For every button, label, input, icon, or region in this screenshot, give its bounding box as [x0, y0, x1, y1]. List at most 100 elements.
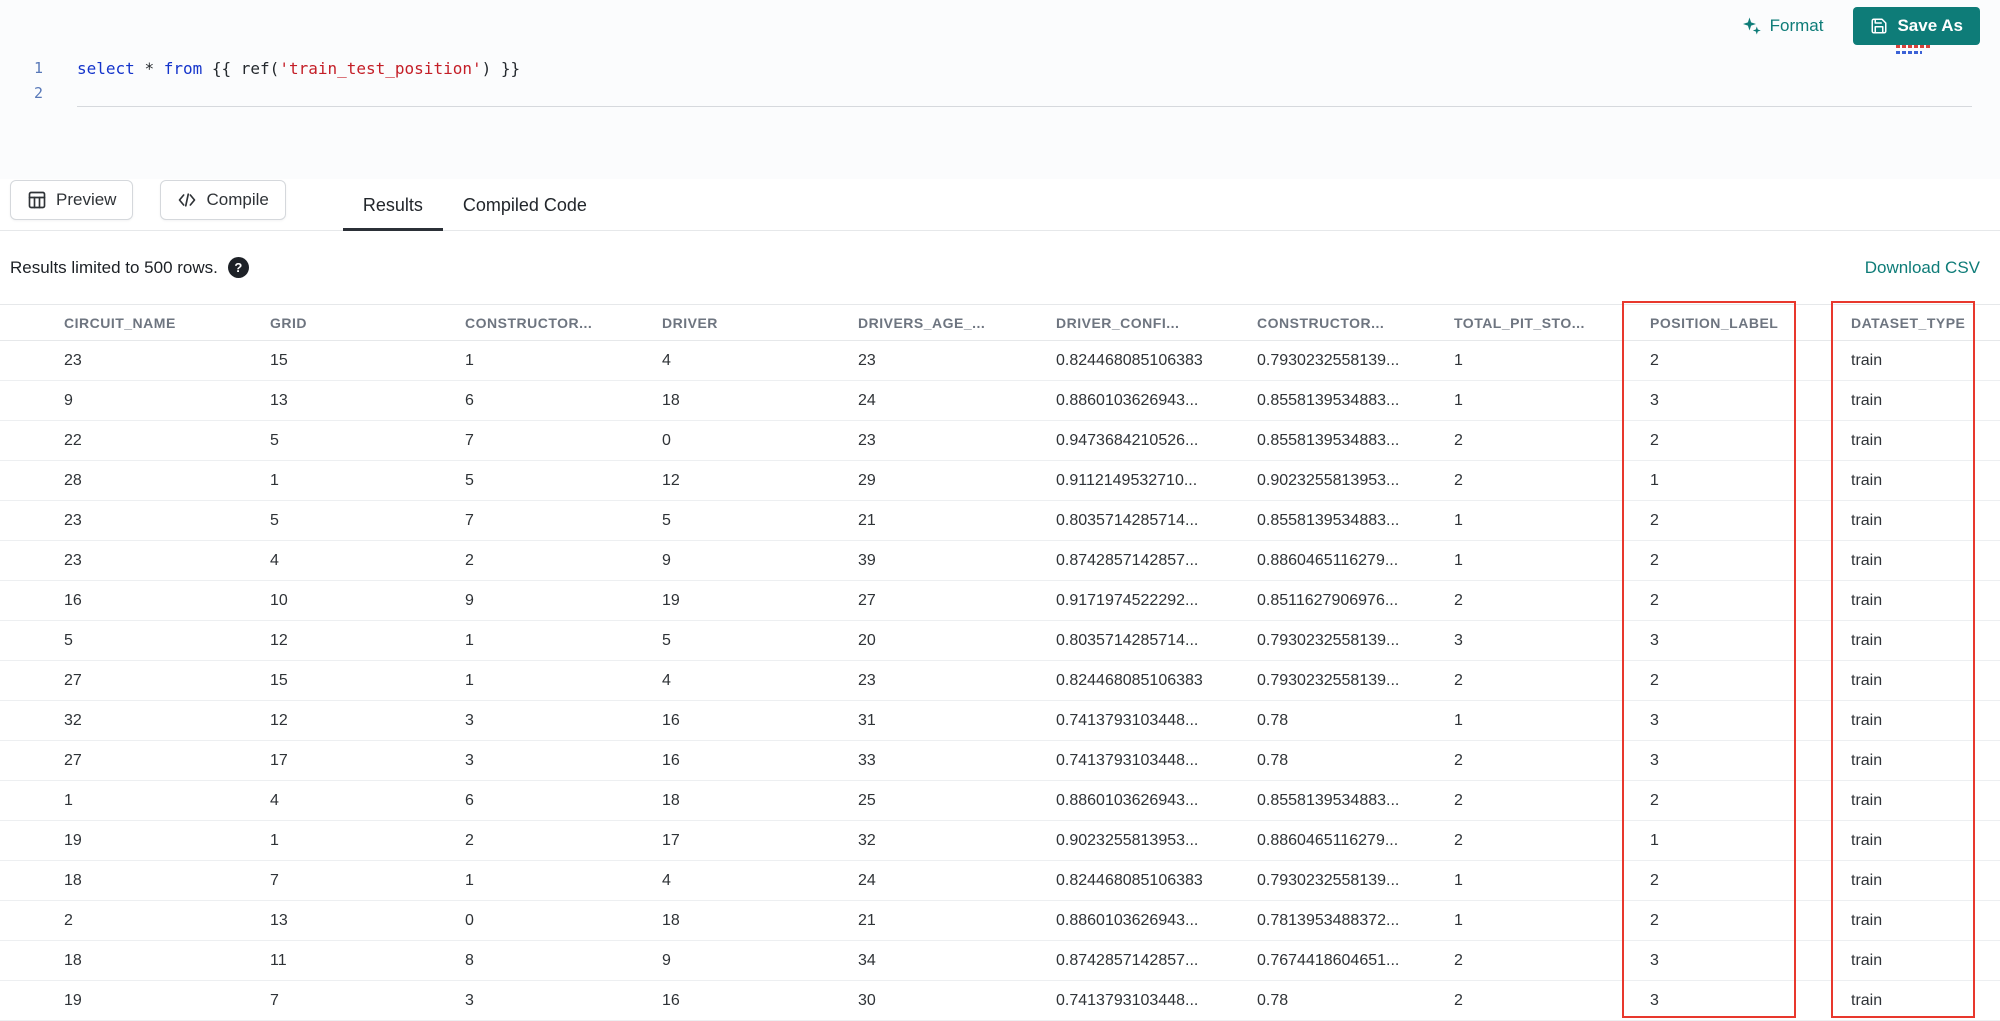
table-cell: 0.9473684210526... — [1055, 420, 1256, 461]
table-cell: 0.7930232558139... — [1256, 340, 1453, 381]
table-row: 23 15 1 4 23 0.824468085106383 0.7930232558139… — [0, 340, 2000, 381]
table-cell: 24 — [857, 860, 1055, 901]
table-cell: 0.78 — [1256, 740, 1453, 781]
column-header: TOTAL_PIT_STO... — [1453, 304, 1649, 341]
table-cell: train — [1850, 740, 2000, 781]
dbt-ide-page: Format Save As 1 select * from {{ ref('t… — [0, 0, 2000, 1021]
line-number: 1 — [33, 59, 43, 77]
table-cell: 0.824468085106383 — [1055, 860, 1256, 901]
table-cell: 28 — [0, 460, 269, 501]
code-token: ) }} — [481, 59, 521, 78]
code-token: select — [77, 59, 135, 78]
table-cell: 2 — [1649, 420, 1850, 461]
table-cell: 0.8860103626943... — [1055, 780, 1256, 821]
editor-line: 2 — [0, 81, 2000, 106]
compile-button[interactable]: Compile — [160, 180, 286, 220]
table-cell: 2 — [464, 540, 661, 581]
table-cell: 0.8742857142857... — [1055, 540, 1256, 581]
table-cell: 16 — [661, 980, 857, 1021]
table-cell: 3 — [1649, 620, 1850, 661]
table-cell: 0.8742857142857... — [1055, 940, 1256, 981]
table-cell: 0.8035714285714... — [1055, 620, 1256, 661]
table-cell: train — [1850, 500, 2000, 541]
table-cell: 1 — [0, 780, 269, 821]
table-cell: 2 — [1649, 860, 1850, 901]
results-info-bar: Results limited to 500 rows. ? Download … — [0, 231, 2000, 304]
table-cell: 0.9171974522292... — [1055, 580, 1256, 621]
table-cell: 10 — [269, 580, 464, 621]
table-cell: 19 — [0, 820, 269, 861]
help-icon[interactable]: ? — [227, 257, 249, 278]
column-header: DRIVERS_AGE_... — [857, 304, 1055, 341]
table-cell: 15 — [269, 660, 464, 701]
table-cell: 12 — [269, 620, 464, 661]
table-cell: 0.7413793103448... — [1055, 740, 1256, 781]
table-cell: train — [1850, 340, 2000, 381]
table-cell: 2 — [1453, 420, 1649, 461]
table-cell: 7 — [269, 980, 464, 1021]
table-row: 16 10 9 19 27 0.9171974522292... 0.85116279069… — [0, 580, 2000, 621]
code-token: 'train_test_position' — [279, 59, 482, 78]
table-cell: 27 — [0, 740, 269, 781]
table-cell: 23 — [0, 340, 269, 381]
table-cell: 9 — [661, 940, 857, 981]
table-row: 22 5 7 0 23 0.9473684210526... 0.8558139534883… — [0, 420, 2000, 461]
table-row: 18 7 1 4 24 0.824468085106383 0.7930232558139.… — [0, 860, 2000, 901]
table-cell: 0.8558139534883... — [1256, 780, 1453, 821]
save-as-label: Save As — [1897, 16, 1963, 35]
preview-button[interactable]: Preview — [10, 180, 134, 220]
table-row: 9 13 6 18 24 0.8860103626943... 0.855813953488… — [0, 380, 2000, 421]
tab-compiled-code[interactable]: Compiled Code — [443, 179, 607, 231]
results-limit-group: Results limited to 500 rows. ? — [10, 257, 249, 278]
table-cell: 16 — [661, 740, 857, 781]
column-header: DRIVER_CONFI... — [1055, 304, 1256, 341]
table-cell: 4 — [661, 340, 857, 381]
table-cell: 19 — [0, 980, 269, 1021]
table-cell: 13 — [269, 900, 464, 941]
code-token: ref( — [240, 59, 280, 78]
table-cell: 0.8860103626943... — [1055, 900, 1256, 941]
table-row: 19 1 2 17 32 0.9023255813953... 0.886046511627… — [0, 820, 2000, 861]
table-cell: 0.824468085106383 — [1055, 340, 1256, 381]
table-cell: train — [1850, 540, 2000, 581]
table-row: 27 17 3 16 33 0.7413793103448... 0.78 2 3 train — [0, 740, 2000, 781]
download-csv-link[interactable]: Download CSV — [1865, 258, 1980, 278]
tab-results[interactable]: Results — [342, 179, 443, 231]
format-button[interactable]: Format — [1742, 16, 1823, 36]
column-header: CIRCUIT_NAME — [0, 304, 269, 341]
table-cell: 11 — [269, 940, 464, 981]
table-cell: 22 — [0, 420, 269, 461]
table-cell: 7 — [464, 420, 661, 461]
table-cell: train — [1850, 860, 2000, 901]
table-cell: 5 — [661, 500, 857, 541]
table-cell: 21 — [857, 500, 1055, 541]
table-cell: 1 — [1453, 380, 1649, 421]
table-cell: 3 — [464, 980, 661, 1021]
table-cell: 18 — [661, 900, 857, 941]
table-cell: 16 — [661, 700, 857, 741]
table-cell: 1 — [464, 860, 661, 901]
table-cell: 4 — [269, 540, 464, 581]
table-cell: 18 — [661, 380, 857, 421]
table-row: 23 4 2 9 39 0.8742857142857... 0.8860465116279… — [0, 540, 2000, 581]
table-cell: 9 — [661, 540, 857, 581]
column-header: DATASET_TYPE — [1850, 304, 2000, 341]
table-cell: 2 — [1453, 460, 1649, 501]
table-cell: 3 — [1453, 620, 1649, 661]
table-cell: 4 — [661, 660, 857, 701]
table-cell: 0.7813953488372... — [1256, 900, 1453, 941]
table-cell: 8 — [464, 940, 661, 981]
table-cell: train — [1850, 700, 2000, 741]
table-cell: 39 — [857, 540, 1055, 581]
table-cell: 0.9023255813953... — [1055, 820, 1256, 861]
table-cell: 9 — [464, 580, 661, 621]
table-cell: 27 — [0, 660, 269, 701]
table-cell: 2 — [0, 900, 269, 941]
sql-editor[interactable]: 1 select * from {{ ref('train_test_posit… — [0, 52, 2000, 107]
table-cell: 2 — [1453, 740, 1649, 781]
table-cell: 2 — [1649, 500, 1850, 541]
table-cell: 18 — [661, 780, 857, 821]
save-as-button[interactable]: Save As — [1853, 7, 1980, 45]
table-cell: train — [1850, 580, 2000, 621]
results-limit-note: Results limited to 500 rows. — [10, 257, 218, 277]
